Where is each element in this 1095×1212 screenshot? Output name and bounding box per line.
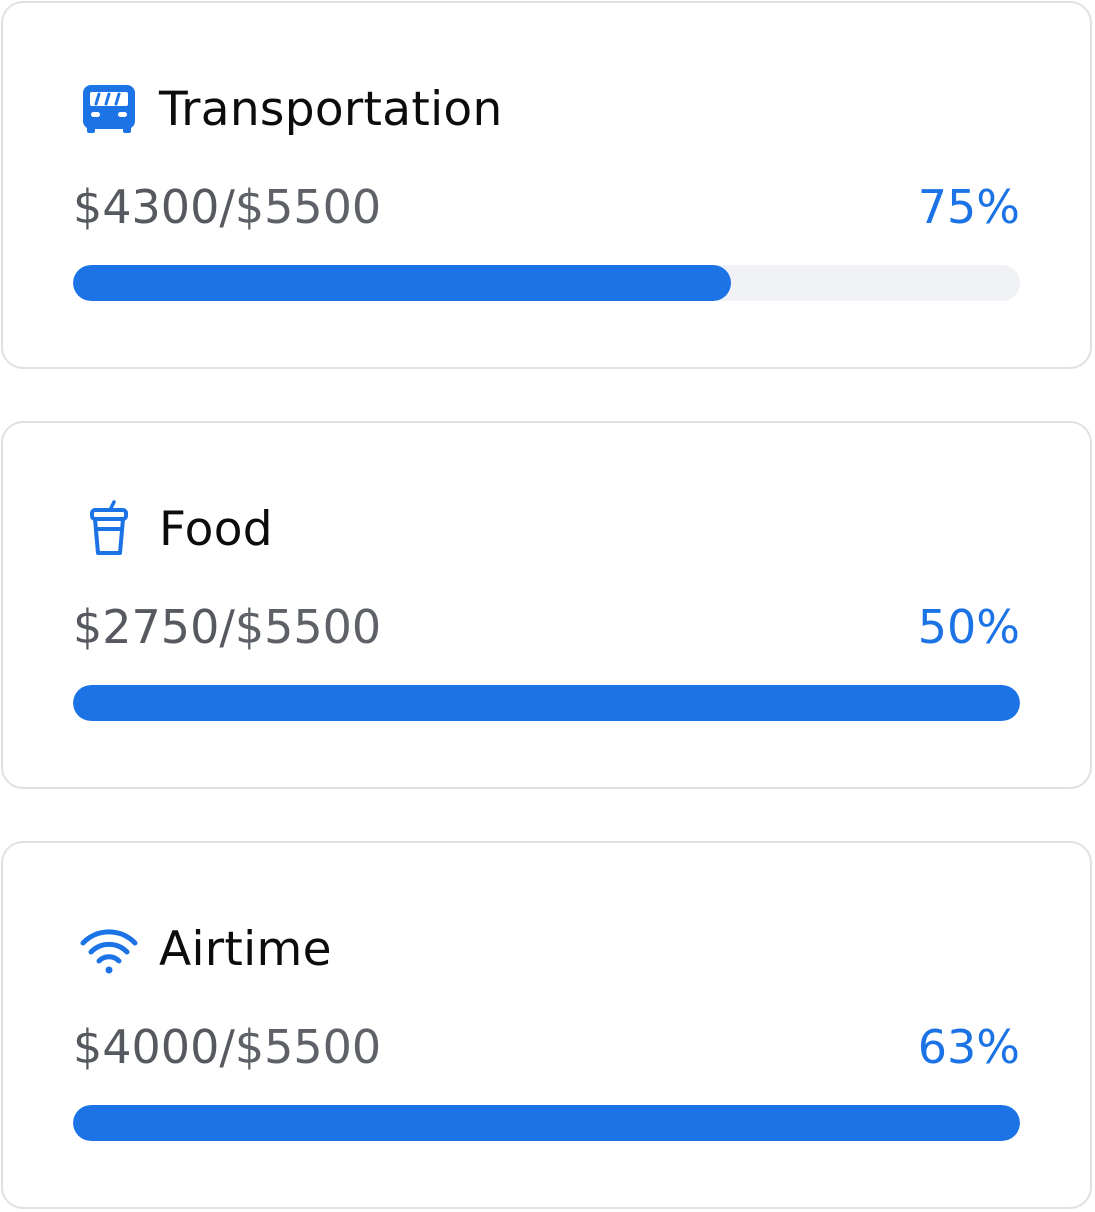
budget-progress-bar (73, 1105, 1020, 1141)
total-amount: $5500 (234, 1020, 382, 1074)
budget-percent: 50% (917, 600, 1020, 654)
budget-card-food[interactable]: Food $2750/$5500 50% (1, 421, 1092, 789)
spent-amount: $2750 (73, 600, 220, 654)
total-amount: $5500 (234, 180, 382, 234)
budget-amount: $4300/$5500 (73, 180, 381, 234)
amount-separator: / (219, 1020, 235, 1074)
budget-progress-bar (73, 265, 1020, 301)
budget-card-airtime[interactable]: Airtime $4000/$5500 63% (1, 841, 1092, 1209)
budget-card-header: Airtime (79, 919, 332, 979)
bus-icon (79, 79, 139, 139)
budget-amount: $4000/$5500 (73, 1020, 381, 1074)
budget-progress-bar (73, 685, 1020, 721)
budget-amount: $2750/$5500 (73, 600, 381, 654)
budget-title: Food (159, 501, 273, 557)
spent-amount: $4000 (73, 1020, 220, 1074)
spent-amount: $4300 (73, 180, 220, 234)
budget-progress-fill (73, 1105, 1020, 1141)
budget-percent: 63% (917, 1020, 1020, 1074)
wifi-icon (79, 919, 139, 979)
budget-card-transportation[interactable]: Transportation $4300/$5500 75% (1, 1, 1092, 369)
budget-amount-row: $2750/$5500 50% (73, 595, 1020, 659)
budget-amount-row: $4300/$5500 75% (73, 175, 1020, 239)
amount-separator: / (219, 180, 235, 234)
budget-percent: 75% (917, 180, 1020, 234)
budget-progress-fill (73, 265, 732, 301)
total-amount: $5500 (234, 600, 382, 654)
budget-amount-row: $4000/$5500 63% (73, 1015, 1020, 1079)
budget-progress-fill (73, 685, 1020, 721)
budget-card-header: Food (79, 499, 273, 559)
budget-title: Transportation (159, 81, 503, 137)
budget-card-header: Transportation (79, 79, 503, 139)
budget-title: Airtime (159, 921, 332, 977)
amount-separator: / (219, 600, 235, 654)
drink-cup-icon (79, 499, 139, 559)
